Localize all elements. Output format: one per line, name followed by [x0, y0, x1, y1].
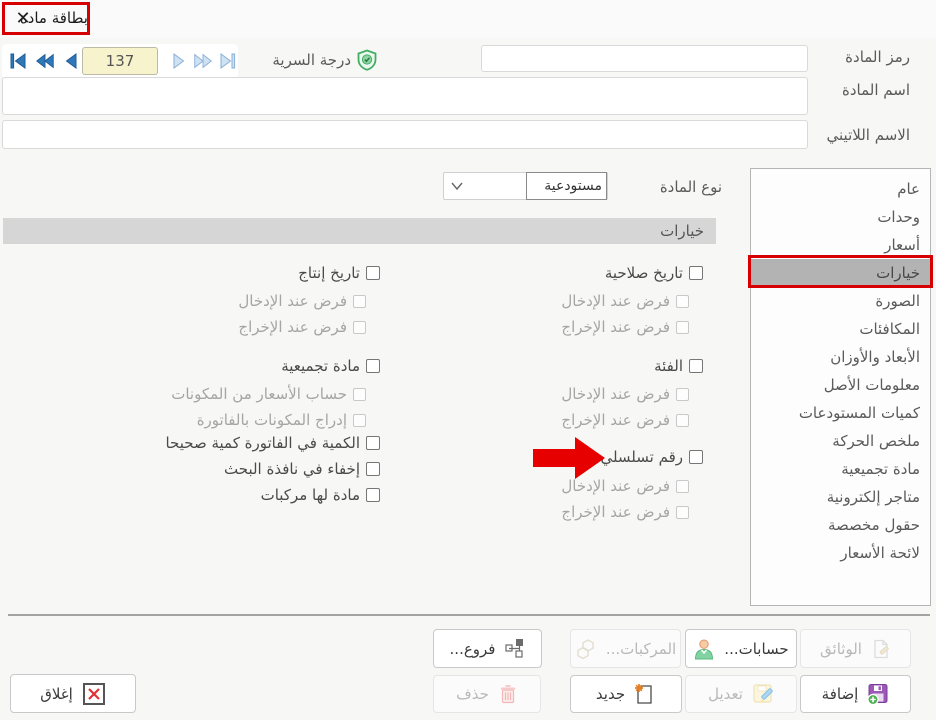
checkbox[interactable] — [353, 388, 366, 401]
material-code-input[interactable] — [481, 45, 808, 72]
accounts-button[interactable]: حسابات... — [685, 629, 797, 668]
first-record-icon[interactable] — [8, 52, 30, 70]
sidebar-item-custom-fields[interactable]: حقول مخصصة — [751, 511, 930, 539]
documents-button[interactable]: الوثائق — [800, 629, 911, 668]
save-pencil-icon — [752, 683, 774, 705]
material-name-input[interactable] — [2, 77, 808, 115]
secrecy-level-label: درجة السرية — [272, 51, 351, 69]
sidebar-item-asset-info[interactable]: معلومات الأصل — [751, 371, 930, 399]
checkbox[interactable] — [353, 414, 366, 427]
checkbox[interactable] — [689, 266, 703, 280]
document-icon — [871, 639, 891, 659]
latin-name-input[interactable] — [2, 120, 808, 149]
option-hide-in-search: إخفاء في نافذة البحث — [224, 460, 380, 478]
sidebar-item-general[interactable]: عام — [751, 175, 930, 203]
fast-previous-record-icon[interactable] — [34, 52, 56, 70]
branches-button[interactable]: فروع... — [433, 629, 542, 668]
chevron-down-icon[interactable] — [450, 181, 464, 191]
add-button[interactable]: إضافة — [800, 675, 911, 713]
checkbox[interactable] — [366, 436, 380, 450]
new-page-icon — [634, 683, 656, 705]
sidebar-item-dimensions[interactable]: الأبعاد والأوزان — [751, 343, 930, 371]
footer-divider — [8, 614, 930, 616]
sidebar-item-online-stores[interactable]: متاجر إلكترونية — [751, 483, 930, 511]
option-category: الفئة — [654, 357, 703, 375]
material-name-label: اسم المادة — [842, 81, 910, 99]
checkbox[interactable] — [353, 321, 366, 334]
checkbox[interactable] — [676, 480, 689, 493]
previous-record-icon[interactable] — [60, 52, 82, 70]
option-category-force-out: فرض عند الإخراج — [561, 411, 689, 429]
sidebar-item-units[interactable]: وحدات — [751, 203, 930, 231]
secrecy-level-control: درجة السرية — [272, 49, 378, 71]
checkbox[interactable] — [676, 414, 689, 427]
option-expiry-force-out: فرض عند الإخراج — [561, 318, 689, 336]
new-button[interactable]: جديد — [570, 675, 682, 713]
sidebar-item-price-list[interactable]: لائحة الأسعار — [751, 539, 930, 567]
material-type-value: مستودعية — [526, 172, 607, 200]
checkbox[interactable] — [366, 266, 380, 280]
title-bar — [0, 0, 936, 38]
latin-name-label: الاسم اللاتيني — [827, 126, 910, 144]
sidebar-item-options[interactable]: خيارات — [751, 259, 930, 287]
checkbox[interactable] — [676, 321, 689, 334]
delete-button[interactable]: حذف — [433, 675, 541, 713]
person-icon — [693, 638, 715, 660]
checkbox[interactable] — [676, 295, 689, 308]
material-card-dialog: بطاقة مادة ✕ — [0, 0, 936, 720]
sidebar-item-warehouse-quantities[interactable]: كميات المستودعات — [751, 399, 930, 427]
red-x-icon — [82, 682, 106, 706]
option-integer-quantity: الكمية في الفاتورة كمية صحيحا — [165, 434, 380, 452]
fast-next-record-icon[interactable] — [192, 52, 214, 70]
save-plus-icon — [867, 683, 889, 705]
material-code-label: رمز المادة — [845, 48, 910, 66]
option-insert-components-in-invoice: إدراج المكونات بالفاتورة — [197, 411, 366, 429]
checkbox[interactable] — [366, 359, 380, 373]
record-number-input[interactable] — [82, 47, 158, 75]
option-has-compounds: مادة لها مركبات — [261, 486, 380, 504]
org-chart-icon — [504, 638, 525, 659]
option-category-force-in: فرض عند الإدخال — [561, 385, 689, 403]
sidebar-item-movement-summary[interactable]: ملخص الحركة — [751, 427, 930, 455]
checkbox[interactable] — [366, 462, 380, 476]
option-calc-prices-from-components: حساب الأسعار من المكونات — [171, 385, 366, 403]
trash-icon — [498, 684, 518, 704]
checkbox[interactable] — [676, 506, 689, 519]
hexagons-icon — [575, 638, 597, 660]
sidebar-item-prices[interactable]: أسعار — [751, 231, 930, 259]
sidebar-item-image[interactable]: الصورة — [751, 287, 930, 315]
option-expiry-force-in: فرض عند الإدخال — [561, 292, 689, 310]
sidebar-item-equivalents[interactable]: المكافئات — [751, 315, 930, 343]
components-button[interactable]: المركبات... — [570, 629, 681, 668]
options-section-header: خيارات — [3, 218, 716, 244]
checkbox[interactable] — [689, 450, 703, 464]
option-serial-force-out: فرض عند الإخراج — [561, 503, 689, 521]
option-production-force-out: فرض عند الإخراج — [238, 318, 366, 336]
option-production-force-in: فرض عند الإدخال — [238, 292, 366, 310]
option-production-date: تاريخ إنتاج — [298, 264, 380, 282]
checkbox[interactable] — [366, 488, 380, 502]
option-serial-force-in: فرض عند الإدخال — [561, 477, 689, 495]
next-record-icon[interactable] — [168, 52, 190, 70]
annotation-box-title — [2, 2, 90, 35]
sidebar-tabs: عام وحدات أسعار خيارات الصورة المكافئات … — [750, 168, 931, 606]
sidebar-item-aggregate-material[interactable]: مادة تجميعية — [751, 455, 930, 483]
close-button[interactable]: إغلاق — [10, 674, 136, 713]
edit-button[interactable]: تعديل — [685, 675, 797, 713]
option-aggregate-material: مادة تجميعية — [281, 357, 380, 375]
shield-check-icon[interactable] — [356, 49, 378, 71]
options-section-title: خيارات — [660, 218, 704, 244]
checkbox[interactable] — [676, 388, 689, 401]
annotation-arrow — [533, 437, 605, 479]
checkbox[interactable] — [353, 295, 366, 308]
material-type-label: نوع المادة — [660, 178, 722, 196]
material-type-select[interactable]: مستودعية — [443, 172, 608, 200]
option-serial-number: رقم تسلسلي — [600, 448, 703, 466]
last-record-icon[interactable] — [216, 52, 238, 70]
checkbox[interactable] — [689, 359, 703, 373]
option-expiry-date: تاريخ صلاحية — [605, 264, 703, 282]
